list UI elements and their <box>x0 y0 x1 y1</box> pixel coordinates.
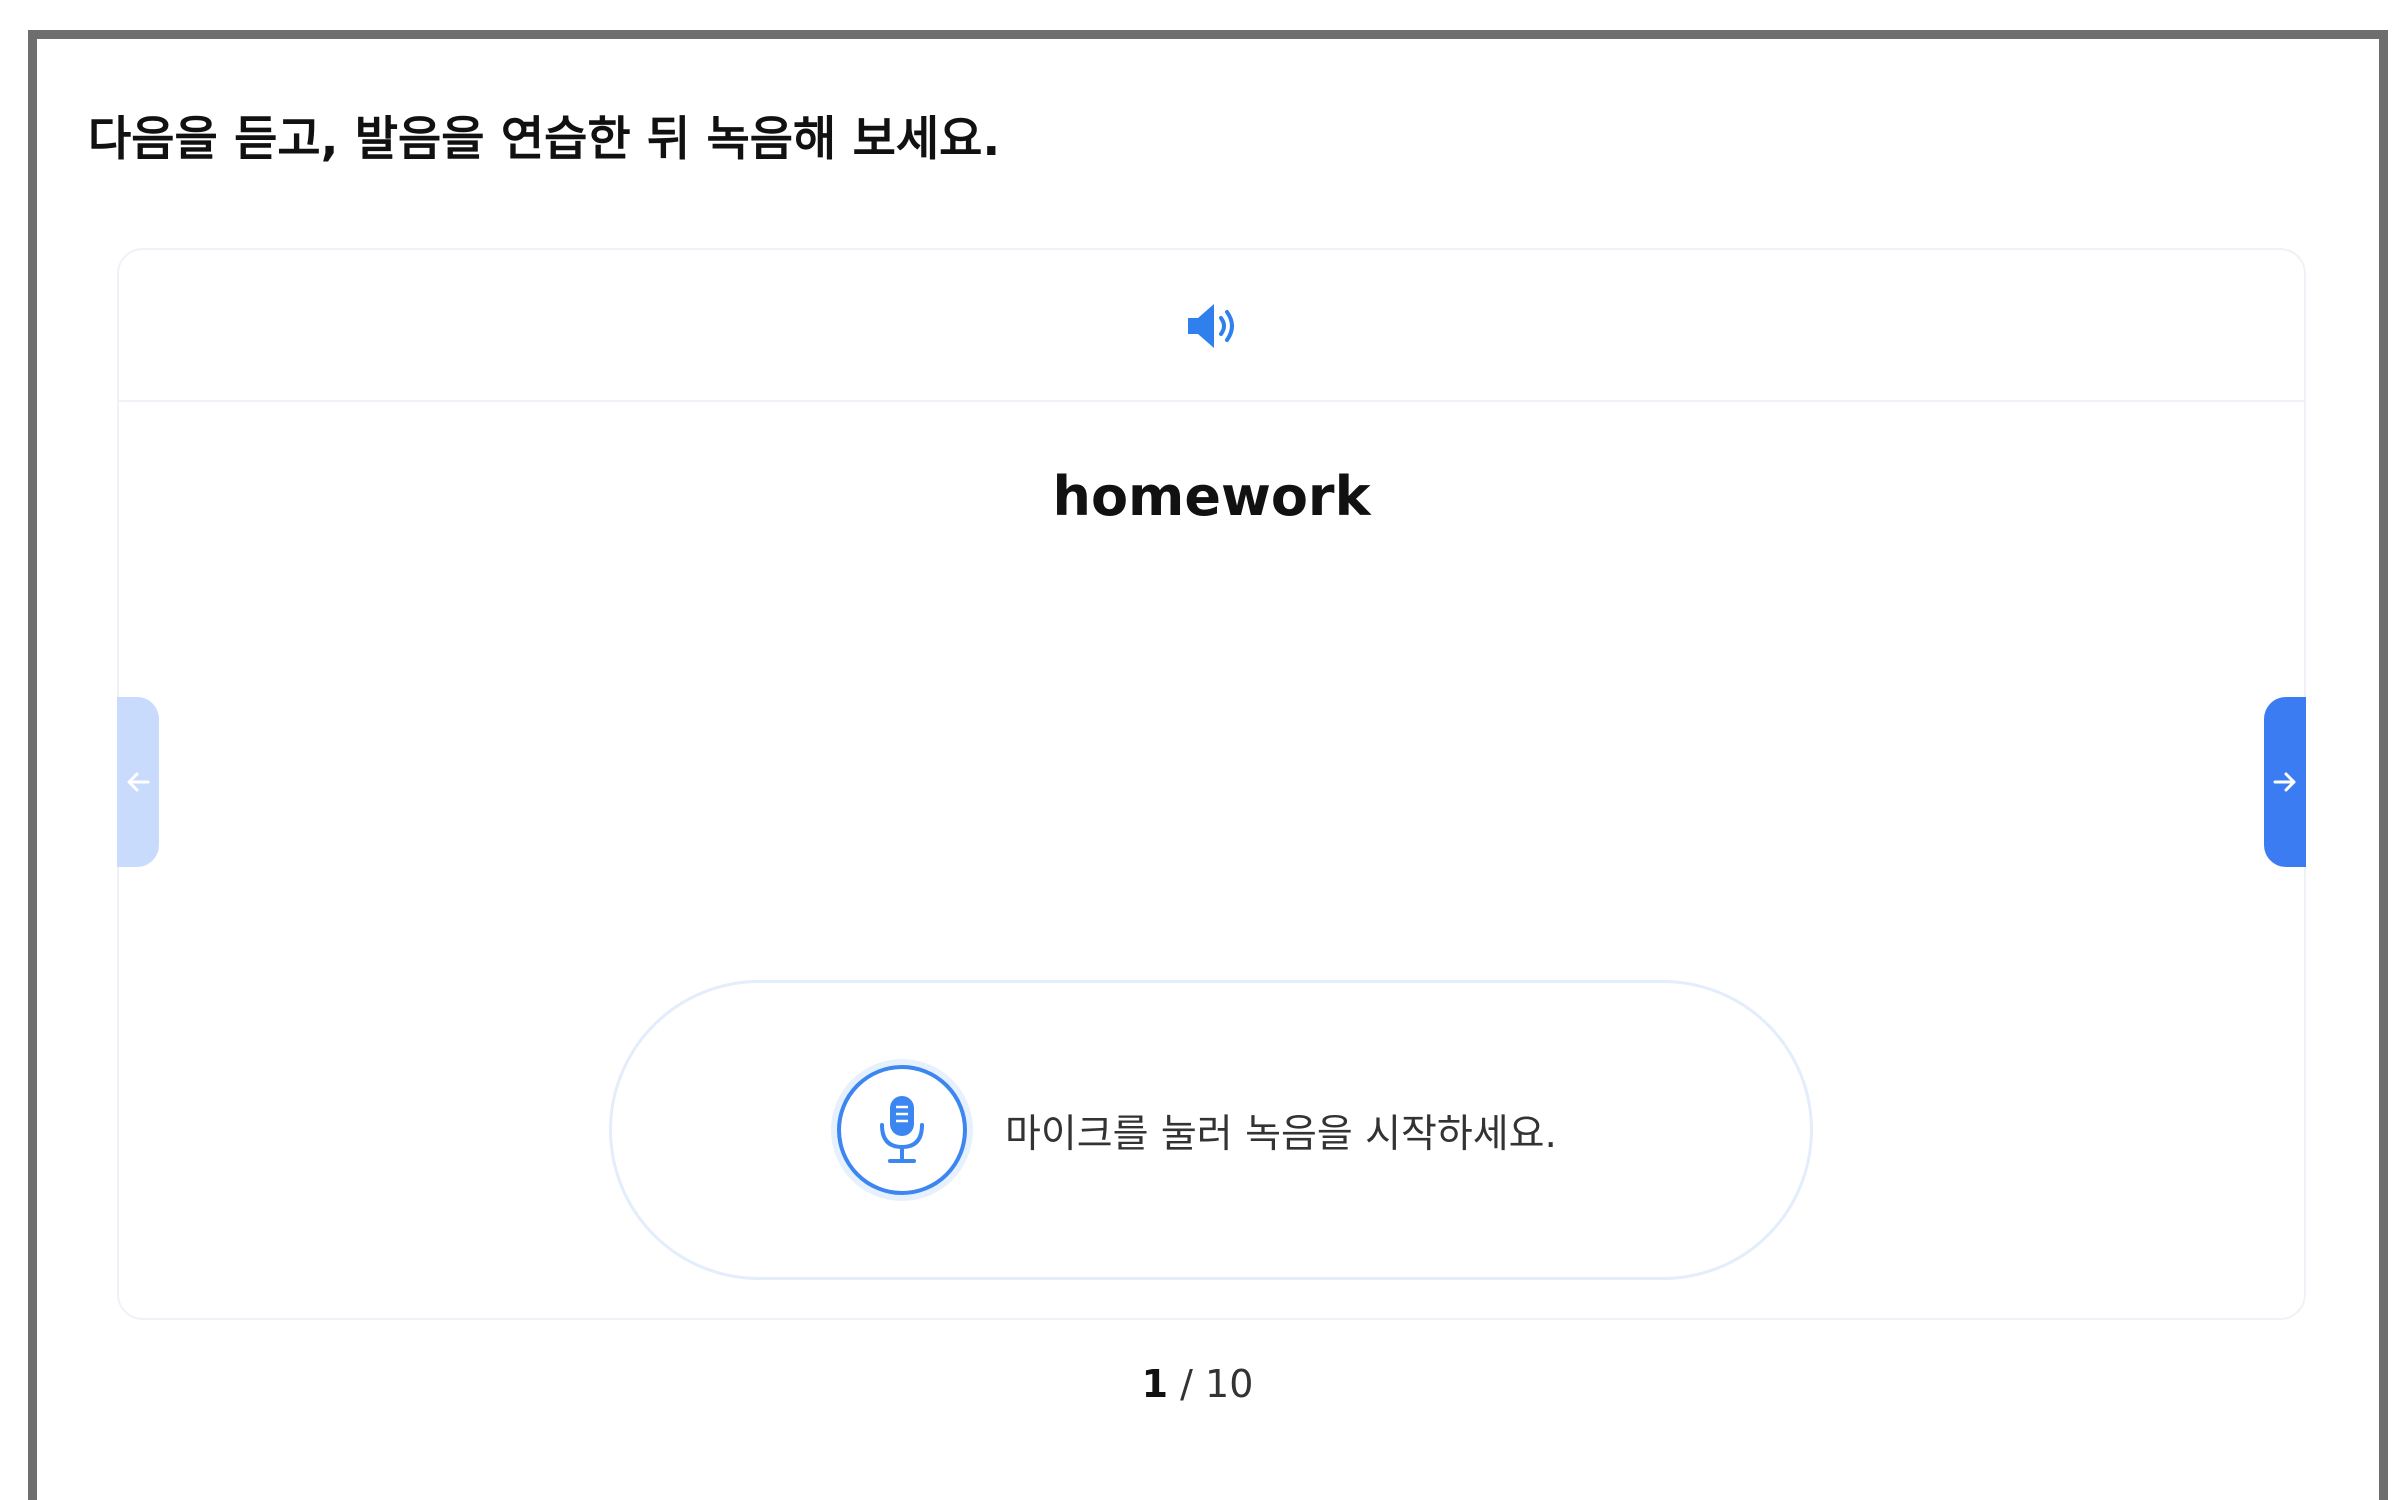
instruction-text: 다음을 듣고, 발음을 연습한 뒤 녹음해 보세요. <box>88 112 1001 167</box>
previous-card-button[interactable] <box>117 697 159 867</box>
arrow-right-icon <box>2273 772 2296 792</box>
vocabulary-word: homework <box>1052 465 1371 528</box>
current-page: 1 <box>1141 1362 1169 1406</box>
record-button[interactable] <box>837 1065 967 1195</box>
flashcard: homework 마이크를 눌러 녹음을 시작하세요. <box>117 248 2306 1320</box>
speaker-volume-icon <box>1188 304 1234 348</box>
total-pages: 10 <box>1205 1362 1254 1406</box>
page-separator: / <box>1168 1362 1206 1406</box>
arrow-left-icon <box>127 772 150 792</box>
next-card-button[interactable] <box>2264 697 2306 867</box>
card-header <box>119 250 2304 402</box>
page-indicator: 1 / 10 <box>0 1362 2395 1406</box>
record-hint-text: 마이크를 눌러 녹음을 시작하세요. <box>1005 1112 1557 1157</box>
play-audio-button[interactable] <box>1184 298 1244 354</box>
microphone-icon <box>880 1096 924 1163</box>
recorder-panel: 마이크를 눌러 녹음을 시작하세요. <box>609 980 1813 1280</box>
